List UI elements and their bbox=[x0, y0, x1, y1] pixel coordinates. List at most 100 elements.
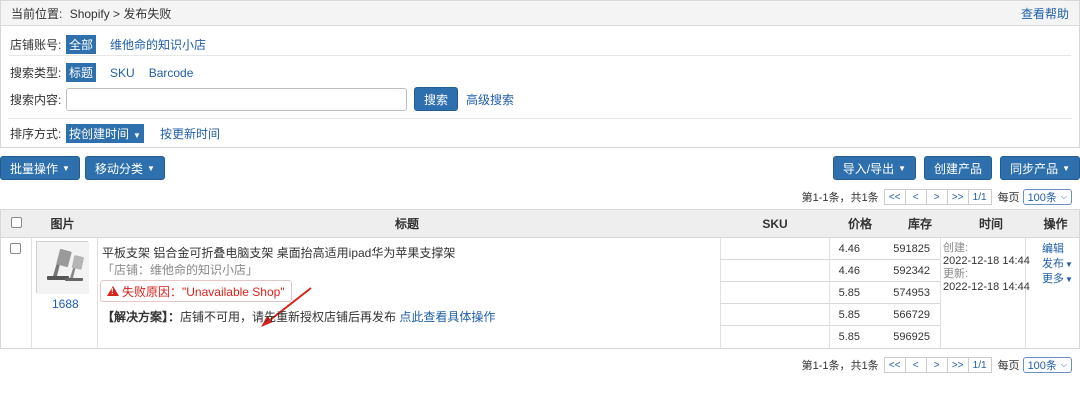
first-page-button[interactable]: << bbox=[883, 357, 906, 373]
help-link[interactable]: 查看帮助 bbox=[1021, 5, 1069, 22]
sort-select[interactable]: 按创建时间 ▼ bbox=[66, 124, 144, 143]
solution-help-link[interactable]: 点此查看具体操作 bbox=[399, 310, 495, 324]
col-title: 标题 bbox=[394, 217, 419, 231]
pagination-bottom: 第1-1条，共1条 << < > >> 1/1 每页 100条 ⌵ bbox=[802, 357, 1072, 373]
publish-dropdown[interactable]: 发布▼ bbox=[1042, 257, 1073, 272]
variant-sku-cell bbox=[720, 238, 830, 260]
more-dropdown[interactable]: 更多▼ bbox=[1042, 272, 1073, 287]
caret-down-icon: ▼ bbox=[146, 163, 155, 173]
warning-icon bbox=[107, 286, 119, 296]
solution-line: 【解决方案】：店铺不可用，请先重新授权店铺后再发布 点此查看具体操作 bbox=[102, 308, 495, 325]
sort-row: 排序方式: 按创建时间 ▼ 按更新时间 bbox=[10, 124, 220, 143]
search-type-label: 搜索类型: bbox=[10, 66, 62, 80]
advanced-search-link[interactable]: 高级搜索 bbox=[466, 91, 514, 108]
table-header: 图片 标题 SKU 价格 库存 时间 操作 bbox=[1, 210, 1079, 238]
per-page-value: 100条 bbox=[1027, 192, 1057, 204]
variant-stock: 574953 bbox=[893, 287, 930, 299]
last-page-button[interactable]: >> bbox=[946, 189, 969, 205]
tablet-stand-image-icon bbox=[37, 242, 89, 294]
col-image: 图片 bbox=[50, 217, 75, 231]
pagination-info: 第1-1条，共1条 bbox=[801, 192, 879, 204]
search-row: 搜索内容: 搜索 高级搜索 bbox=[10, 87, 514, 111]
prev-page-button[interactable]: < bbox=[904, 189, 927, 205]
search-type-title[interactable]: 标题 bbox=[66, 63, 97, 82]
variant-price: 5.85 bbox=[838, 309, 860, 321]
next-page-button[interactable]: > bbox=[925, 189, 948, 205]
search-type-barcode[interactable]: Barcode bbox=[149, 66, 194, 80]
per-page-select[interactable]: 100条 ⌵ bbox=[1022, 357, 1072, 373]
updated-time: 2022-12-18 14:44 bbox=[943, 281, 1030, 293]
pagination-info: 第1-1条，共1条 bbox=[801, 360, 879, 372]
variant-price: 4.46 bbox=[838, 265, 860, 277]
filter-panel: 当前位置: Shopify > 发布失败 查看帮助 店铺账号: 全部 维他命的知… bbox=[0, 0, 1080, 148]
variant-stock: 596925 bbox=[893, 331, 930, 343]
sync-products-label: 同步产品 bbox=[1010, 161, 1059, 176]
move-category-button[interactable]: 移动分类 ▼ bbox=[84, 156, 165, 180]
divider bbox=[9, 118, 1071, 119]
shop-option-store[interactable]: 维他命的知识小店 bbox=[110, 36, 206, 53]
variant-row: 5.85 596925 bbox=[720, 326, 940, 348]
action-cell: 编辑 发布▼ 更多▼ bbox=[1042, 242, 1073, 287]
col-action: 操作 bbox=[1043, 217, 1068, 231]
created-time: 2022-12-18 14:44 bbox=[943, 255, 1030, 267]
caret-down-icon: ▼ bbox=[133, 131, 141, 140]
product-shop: 「店铺：维他命的知识小店」 bbox=[102, 263, 259, 277]
create-product-button[interactable]: 创建产品 bbox=[924, 156, 993, 180]
divider bbox=[9, 55, 1071, 56]
last-page-button[interactable]: >> bbox=[946, 357, 969, 373]
product-table: 图片 标题 SKU 价格 库存 时间 操作 1688 平板支架 铝合金可折叠电脑… bbox=[0, 209, 1080, 349]
variant-stock: 592342 bbox=[893, 265, 930, 277]
source-link-1688[interactable]: 1688 bbox=[52, 297, 79, 311]
select-all-checkbox[interactable] bbox=[10, 216, 22, 228]
caret-down-icon: ▼ bbox=[1065, 260, 1073, 269]
sort-selected-label: 按创建时间 bbox=[69, 127, 130, 141]
more-label: 更多 bbox=[1042, 273, 1064, 285]
toolbar-right: 导入/导出 ▼ 创建产品 同步产品 ▼ bbox=[832, 156, 1080, 180]
solution-label: 【解决方案】： bbox=[102, 310, 181, 324]
variant-sku-cell bbox=[720, 282, 830, 304]
first-page-button[interactable]: << bbox=[883, 189, 906, 205]
variant-price: 5.85 bbox=[838, 331, 860, 343]
import-export-label: 导入/导出 bbox=[842, 161, 895, 176]
updated-label: 更新: bbox=[943, 268, 969, 280]
caret-down-icon: ▼ bbox=[898, 163, 907, 173]
caret-down-icon: ▼ bbox=[62, 163, 70, 173]
batch-actions-label: 批量操作 bbox=[10, 161, 59, 176]
pagination-top: 第1-1条，共1条 << < > >> 1/1 每页 100条 ⌵ bbox=[802, 189, 1072, 205]
variant-row: 4.46 592342 bbox=[720, 260, 940, 282]
variant-row: 5.85 566729 bbox=[720, 304, 940, 326]
move-category-label: 移动分类 bbox=[94, 161, 143, 176]
next-page-button[interactable]: > bbox=[925, 357, 948, 373]
variant-row: 5.85 574953 bbox=[720, 282, 940, 304]
breadcrumb: 当前位置: Shopify > 发布失败 查看帮助 bbox=[1, 1, 1079, 26]
sort-updated-option[interactable]: 按更新时间 bbox=[160, 125, 220, 142]
col-time: 时间 bbox=[978, 217, 1003, 231]
toolbar-left: 批量操作 ▼ 移动分类 ▼ bbox=[0, 156, 165, 180]
search-label: 搜索内容: bbox=[10, 92, 62, 107]
prev-page-button[interactable]: < bbox=[904, 357, 927, 373]
product-title[interactable]: 平板支架 铝合金可折叠电脑支架 桌面抬高适用ipad华为苹果支撑架 bbox=[102, 244, 455, 261]
table-row: 1688 平板支架 铝合金可折叠电脑支架 桌面抬高适用ipad华为苹果支撑架 「… bbox=[1, 238, 1079, 348]
search-type-sku[interactable]: SKU bbox=[110, 66, 135, 80]
edit-link[interactable]: 编辑 bbox=[1042, 242, 1073, 257]
import-export-button[interactable]: 导入/导出 ▼ bbox=[832, 156, 917, 180]
shop-option-all[interactable]: 全部 bbox=[66, 35, 97, 54]
search-type-row: 搜索类型: 标题 SKU Barcode bbox=[10, 63, 207, 82]
breadcrumb-path: Shopify > 发布失败 bbox=[69, 6, 172, 21]
col-price: 价格 bbox=[847, 217, 872, 231]
variant-price: 5.85 bbox=[838, 287, 860, 299]
chevron-down-icon: ⌵ bbox=[1060, 192, 1067, 201]
variant-row: 4.46 591825 bbox=[720, 238, 940, 260]
search-input[interactable] bbox=[66, 87, 407, 111]
per-page-select[interactable]: 100条 ⌵ bbox=[1022, 189, 1072, 205]
sync-products-button[interactable]: 同步产品 ▼ bbox=[1000, 156, 1080, 180]
col-stock: 库存 bbox=[907, 217, 932, 231]
variant-price: 4.46 bbox=[838, 243, 860, 255]
batch-actions-button[interactable]: 批量操作 ▼ bbox=[0, 156, 80, 180]
variant-sku-cell bbox=[720, 326, 830, 348]
solution-text: 店铺不可用，请先重新授权店铺后再发布 bbox=[180, 310, 397, 324]
product-thumbnail[interactable] bbox=[36, 241, 89, 294]
created-label: 创建: bbox=[943, 242, 969, 254]
search-button[interactable]: 搜索 bbox=[414, 87, 459, 111]
row-checkbox[interactable] bbox=[10, 243, 21, 254]
